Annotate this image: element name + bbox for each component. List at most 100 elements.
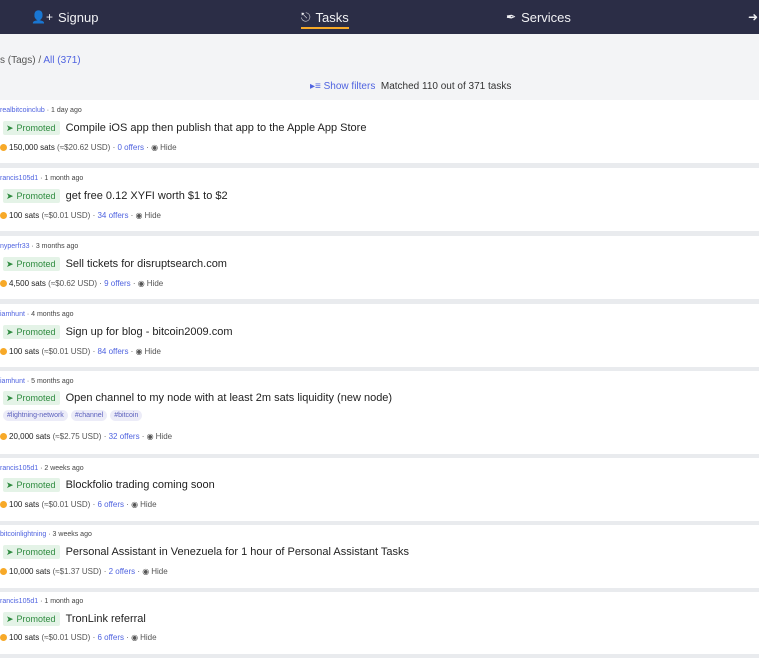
task-card[interactable]: nyperfr33 · 3 months ago ➤ Promoted Sell t…	[0, 236, 759, 299]
task-title[interactable]: Sign up for blog - bitcoin2009.com	[66, 326, 233, 338]
task-author[interactable]: nyperfr33	[0, 243, 30, 250]
eye-icon: ◉	[131, 500, 139, 509]
task-meta: realbitcoinclub · 1 day ago	[0, 107, 82, 114]
task-card[interactable]: realbitcoinclub · 1 day ago ➤ Promoted Com…	[0, 100, 759, 163]
task-offers-link[interactable]: 6 offers	[97, 500, 124, 509]
promoted-badge: ➤ Promoted	[3, 612, 60, 626]
nav-signup-link[interactable]: 👤+ Signup	[31, 0, 98, 34]
task-sats: 20,000 sats	[9, 432, 51, 441]
task-card[interactable]: iamhunt · 5 months ago ➤ Promoted Open cha…	[0, 371, 759, 454]
hide-button[interactable]: ◉ Hide	[138, 279, 163, 288]
task-card[interactable]: rancis105d1 · 1 month ago ➤ Promoted TronL…	[0, 592, 759, 654]
hide-label: Hide	[160, 143, 177, 152]
task-author[interactable]: rancis105d1	[0, 598, 38, 605]
task-stats: 10,000 sats (≈$1.37 USD) · 2 offers · ◉ H…	[0, 567, 168, 576]
task-sats: 100 sats	[9, 500, 40, 509]
task-sats: 150,000 sats	[9, 143, 55, 152]
hide-button[interactable]: ◉ Hide	[131, 633, 156, 642]
task-offers-link[interactable]: 32 offers	[109, 432, 140, 441]
tag-chip[interactable]: #channel	[70, 410, 108, 421]
promoted-label: Promoted	[16, 393, 56, 403]
hide-button[interactable]: ◉ Hide	[142, 567, 167, 576]
task-meta: bitcoinlightning · 3 weeks ago	[0, 531, 92, 538]
task-age: 2 weeks ago	[44, 465, 84, 472]
task-offers-link[interactable]: 84 offers	[97, 347, 128, 356]
tag-chip[interactable]: #bitcoin	[110, 410, 143, 421]
task-title-row: ➤ Promoted Open channel to my node with at…	[3, 391, 392, 405]
task-title[interactable]: TronLink referral	[66, 613, 146, 625]
matched-count: Matched 110 out of 371 tasks	[380, 81, 512, 92]
task-title-row: ➤ Promoted TronLink referral	[3, 612, 146, 626]
task-age: 5 months ago	[31, 378, 74, 385]
promoted-label: Promoted	[16, 191, 56, 201]
task-card[interactable]	[0, 658, 759, 666]
task-title[interactable]: Compile iOS app then publish that app to…	[66, 122, 367, 134]
task-age: 3 months ago	[35, 243, 79, 250]
hide-label: Hide	[155, 432, 173, 441]
tag-chip[interactable]: #lightning-network	[3, 410, 68, 421]
task-offers-link[interactable]: 9 offers	[104, 279, 131, 288]
rocket-icon: ➤	[6, 613, 14, 624]
rocket-icon: ➤	[6, 392, 14, 403]
task-sats: 100 sats	[9, 211, 40, 220]
task-age: 1 month ago	[44, 175, 84, 182]
hide-label: Hide	[144, 211, 161, 220]
hide-button[interactable]: ◉ Hide	[151, 143, 176, 152]
task-offers-link[interactable]: 34 offers	[97, 211, 128, 220]
task-tags: #lightning-network #channel #bitcoin	[3, 410, 143, 421]
show-filters-button[interactable]: ▸≡ Show filters	[310, 81, 378, 92]
task-age: 4 months ago	[31, 311, 74, 318]
promoted-label: Promoted	[16, 547, 56, 557]
rocket-icon: ➤	[6, 326, 14, 337]
breadcrumb-prefix: s (Tags) /	[0, 55, 44, 66]
eye-icon: ◉	[146, 432, 154, 441]
task-card[interactable]: bitcoinlightning · 3 weeks ago ➤ Promoted…	[0, 525, 759, 588]
eye-icon: ◉	[135, 347, 143, 356]
feather-icon: ✒	[506, 10, 517, 24]
promoted-badge: ➤ Promoted	[3, 391, 60, 405]
nav-login-link[interactable]: ➜	[748, 0, 758, 34]
task-card[interactable]: iamhunt · 4 months ago ➤ Promoted Sign up …	[0, 304, 759, 367]
task-title[interactable]: Blockfolio trading coming soon	[66, 479, 215, 491]
task-author[interactable]: rancis105d1	[0, 175, 38, 182]
task-author[interactable]: iamhunt	[0, 311, 25, 318]
nav-services-link[interactable]: ✒ Services	[506, 0, 571, 34]
nav-services-label: Services	[521, 9, 571, 25]
bitcoin-icon	[0, 212, 7, 219]
task-stats: 100 sats (≈$0.01 USD) · 34 offers · ◉ Hid…	[0, 211, 161, 220]
promoted-label: Promoted	[16, 259, 56, 269]
breadcrumb: s (Tags) / All (371)	[0, 55, 81, 66]
task-usd: (≈$0.01 USD)	[41, 500, 91, 509]
eye-icon: ◉	[151, 143, 159, 152]
task-author[interactable]: iamhunt	[0, 378, 25, 385]
task-author[interactable]: bitcoinlightning	[0, 531, 46, 538]
task-title-row: ➤ Promoted Sell tickets for disruptsearch.…	[3, 257, 227, 271]
task-usd: (≈$2.75 USD)	[52, 432, 102, 441]
task-author[interactable]: realbitcoinclub	[0, 107, 45, 114]
nav-tasks-link[interactable]: ⎋ Tasks	[301, 0, 349, 34]
task-offers-link[interactable]: 6 offers	[97, 633, 124, 642]
top-nav: 👤+ Signup ⎋ Tasks ✒ Services ➜	[0, 0, 759, 34]
task-sats: 4,500 sats	[9, 279, 46, 288]
task-author[interactable]: rancis105d1	[0, 465, 38, 472]
task-card[interactable]: rancis105d1 · 1 month ago ➤ Promoted get f…	[0, 168, 759, 231]
task-usd: (≈$20.62 USD)	[57, 143, 111, 152]
hide-button[interactable]: ◉ Hide	[136, 347, 161, 356]
task-title[interactable]: Open channel to my node with at least 2m…	[66, 392, 393, 404]
task-meta: nyperfr33 · 3 months ago	[0, 243, 79, 250]
bitcoin-icon	[0, 568, 7, 575]
task-offers-link[interactable]: 2 offers	[109, 567, 136, 576]
user-plus-icon: 👤+	[31, 10, 53, 24]
breadcrumb-current[interactable]: All (371)	[43, 55, 80, 66]
hide-button[interactable]: ◉ Hide	[136, 211, 161, 220]
hide-button[interactable]: ◉ Hide	[131, 500, 156, 509]
hide-button[interactable]: ◉ Hide	[147, 432, 172, 441]
task-title[interactable]: Sell tickets for disruptsearch.com	[66, 258, 227, 270]
promoted-badge: ➤ Promoted	[3, 478, 60, 492]
task-title[interactable]: get free 0.12 XYFI worth $1 to $2	[66, 190, 228, 202]
task-title-row: ➤ Promoted Personal Assistant in Venezuela…	[3, 545, 409, 559]
task-title[interactable]: Personal Assistant in Venezuela for 1 ho…	[66, 546, 409, 558]
task-offers-link[interactable]: 0 offers	[117, 143, 144, 152]
task-usd: (≈$0.01 USD)	[41, 347, 91, 356]
task-card[interactable]: rancis105d1 · 2 weeks ago ➤ Promoted Block…	[0, 458, 759, 521]
